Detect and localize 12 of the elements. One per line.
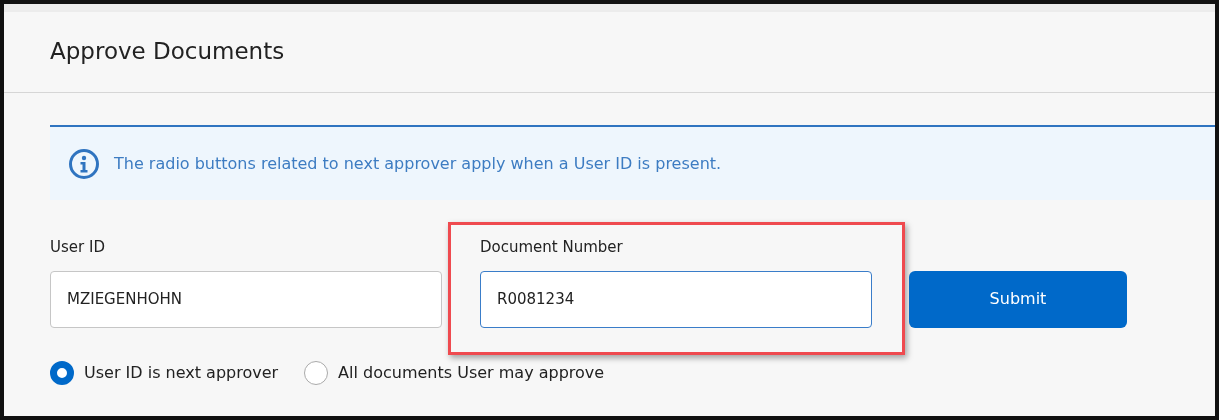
radio-button[interactable]	[50, 360, 74, 385]
radio-button[interactable]	[304, 360, 329, 385]
text-field[interactable]: R0081234	[480, 270, 872, 328]
alert-message: The radio buttons related to next approver apply when a User ID is present.	[114, 152, 722, 175]
panel-title: Approve Documents	[50, 38, 285, 66]
submit-button[interactable]: Submit	[909, 270, 1127, 328]
field-label: User ID	[50, 237, 106, 258]
info-icon	[68, 147, 100, 180]
field-label: Document Number	[480, 237, 624, 258]
text-field[interactable]: MZIEGENHOHN	[50, 270, 442, 328]
radio-option[interactable]: All documents User may approve	[304, 360, 605, 385]
radio-option[interactable]: User ID is next approver	[50, 360, 279, 385]
